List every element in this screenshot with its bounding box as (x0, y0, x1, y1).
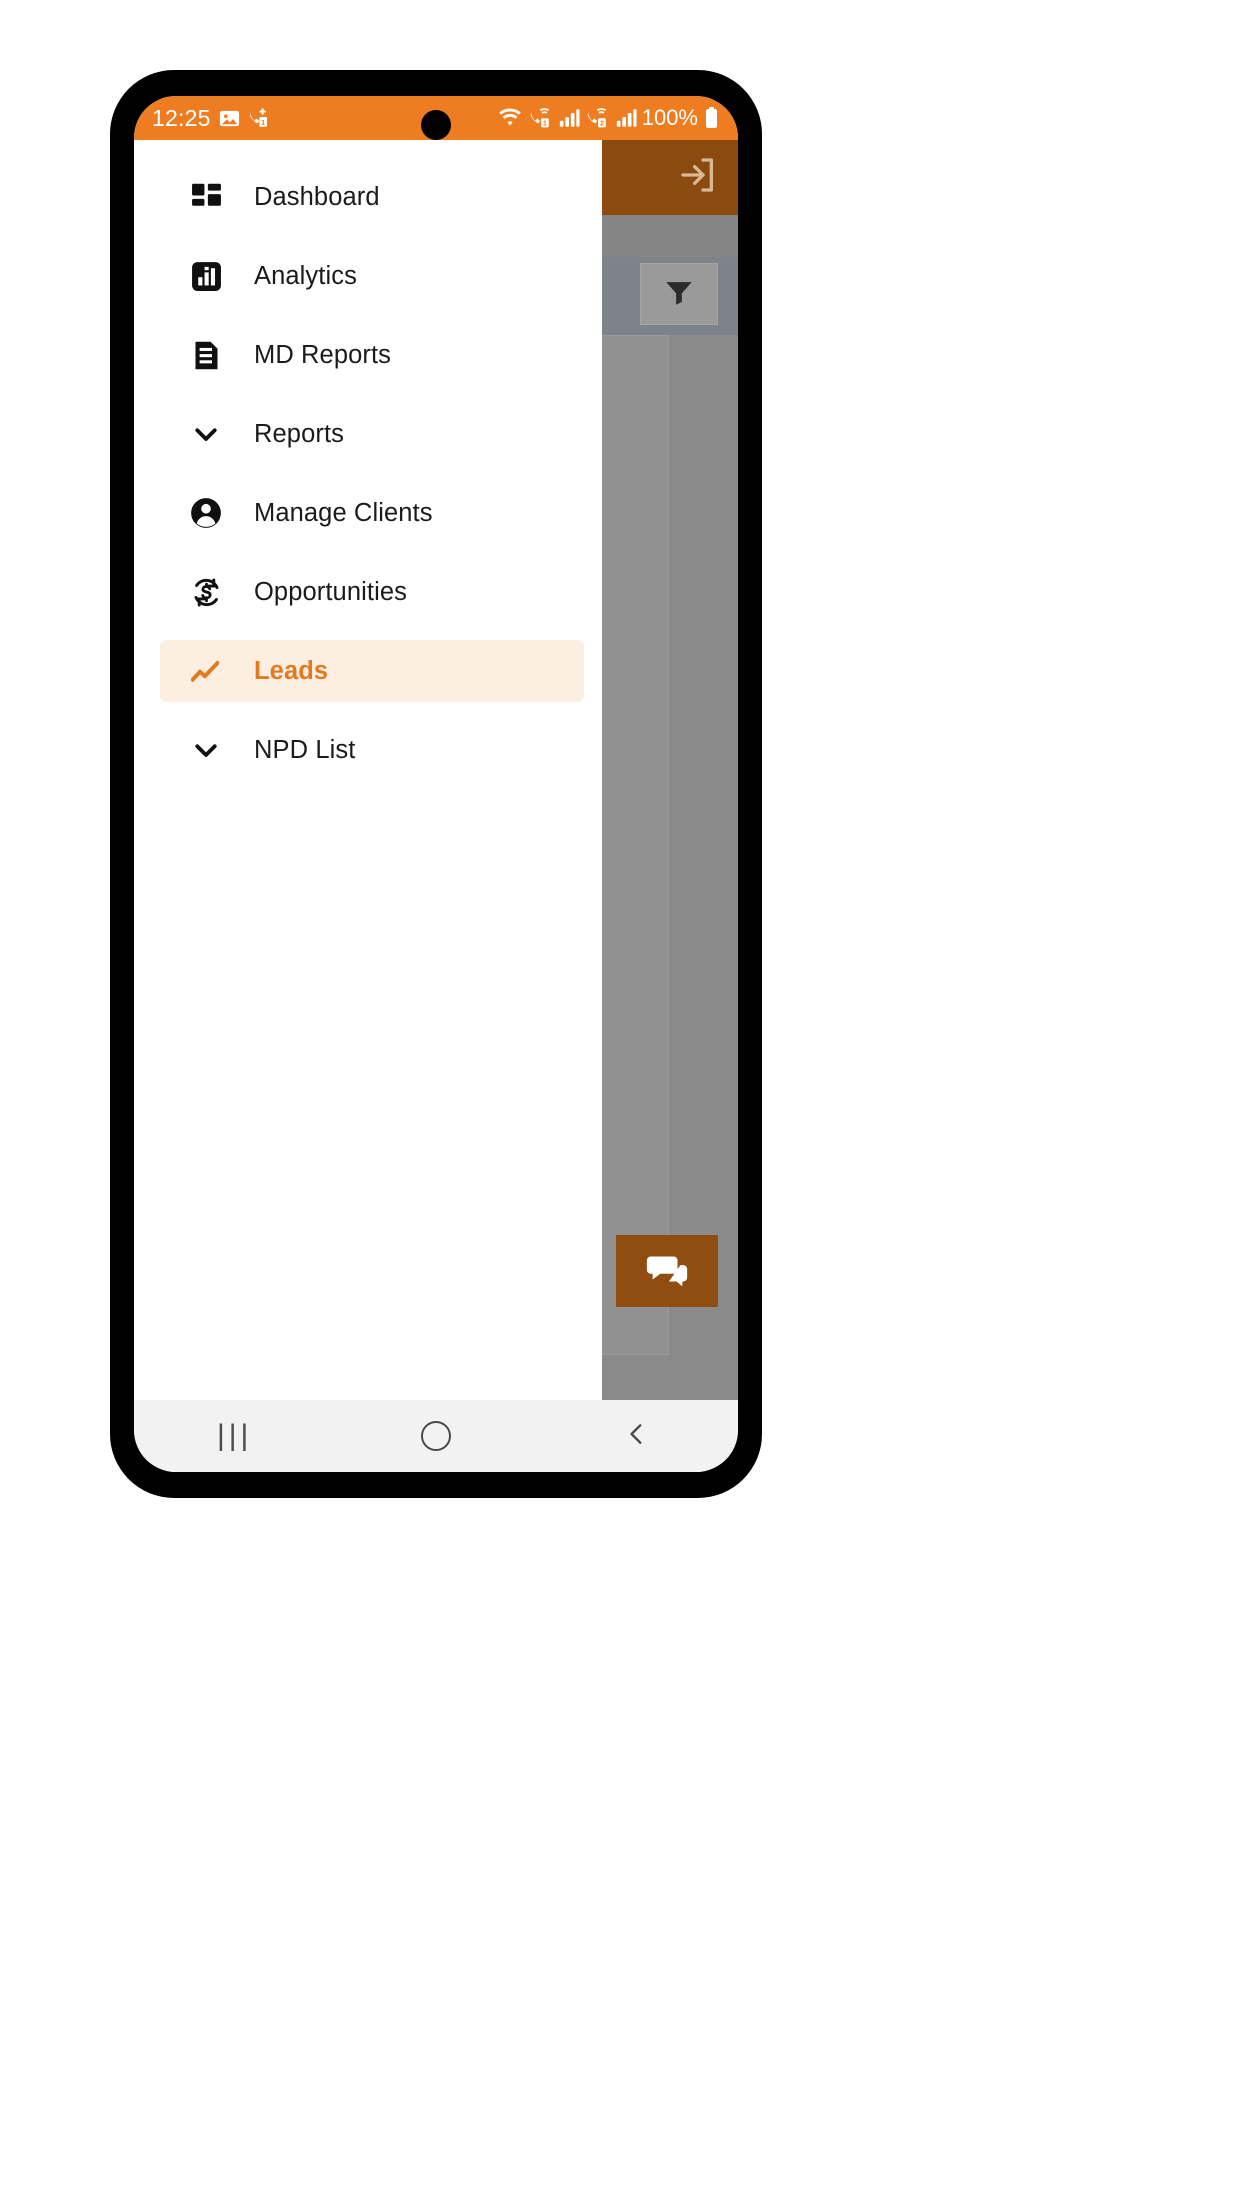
filter-button[interactable] (640, 263, 718, 325)
sidebar-item-manage-clients[interactable]: Manage Clients (160, 482, 584, 544)
logout-arrow-icon[interactable] (678, 155, 718, 200)
filter-funnel-icon (662, 275, 696, 314)
battery-icon (703, 106, 720, 130)
dashboard-grid-icon (186, 177, 226, 217)
status-bar-left: 12:25 1 (152, 104, 271, 131)
sidebar-item-label: Opportunities (254, 577, 407, 606)
recents-icon: ||| (216, 1419, 253, 1452)
signal-bars-2-icon (615, 107, 637, 129)
svg-text:1: 1 (543, 120, 547, 127)
battery-percent-label: 100% (641, 105, 698, 130)
sidebar-item-label: Dashboard (254, 182, 380, 211)
home-button[interactable] (376, 1400, 496, 1472)
sidebar-item-label: Reports (254, 419, 344, 448)
call-sim2-icon: 2 (585, 107, 610, 130)
svg-text:1: 1 (261, 118, 265, 126)
sidebar-item-label: NPD List (254, 735, 356, 764)
android-system-nav-bar: ||| (134, 1400, 738, 1472)
sidebar-item-opportunities[interactable]: Opportunities (160, 561, 584, 623)
trending-zigzag-icon (186, 651, 226, 691)
signal-bars-1-icon (558, 107, 580, 129)
sidebar-item-label: Analytics (254, 261, 357, 290)
call-sim1-icon: 1 (528, 107, 553, 130)
chevron-down-icon (186, 730, 226, 770)
chevron-down-icon (186, 414, 226, 454)
sidebar-item-leads[interactable]: Leads (160, 640, 584, 702)
chat-fab-button[interactable] (616, 1235, 718, 1307)
back-chevron-icon (624, 1419, 650, 1454)
sidebar-item-analytics[interactable]: Analytics (160, 245, 584, 307)
bar-chart-square-icon (186, 256, 226, 296)
back-button[interactable] (577, 1400, 697, 1472)
phone-screen: + (134, 96, 738, 1472)
account-circle-icon (186, 493, 226, 533)
home-circle-icon (420, 1421, 451, 1451)
phone-device-frame: + (112, 72, 760, 1496)
sidebar-item-md-reports[interactable]: MD Reports (160, 324, 584, 386)
chat-bubbles-icon (644, 1246, 690, 1297)
sidebar-item-label: MD Reports (254, 340, 392, 369)
status-bar-right: 1 2 100% (497, 106, 720, 130)
navigation-drawer: Dashboard Analytics MD Reports Reports M… (134, 140, 602, 1400)
front-camera-punch-hole (421, 110, 451, 140)
photo-icon (218, 107, 241, 130)
document-lines-icon (186, 335, 226, 375)
recents-button[interactable]: ||| (175, 1400, 295, 1472)
sidebar-item-dashboard[interactable]: Dashboard (160, 166, 584, 228)
wifi-icon (497, 106, 523, 130)
sidebar-item-reports[interactable]: Reports (160, 403, 584, 465)
sidebar-item-npd-list[interactable]: NPD List (160, 719, 584, 781)
currency-exchange-icon (186, 572, 226, 612)
status-time: 12:25 (152, 104, 211, 131)
missed-call-sim1-icon: 1 (248, 107, 271, 130)
sidebar-item-label: Manage Clients (254, 498, 433, 527)
sidebar-item-label: Leads (254, 656, 329, 685)
svg-text:2: 2 (600, 120, 604, 127)
